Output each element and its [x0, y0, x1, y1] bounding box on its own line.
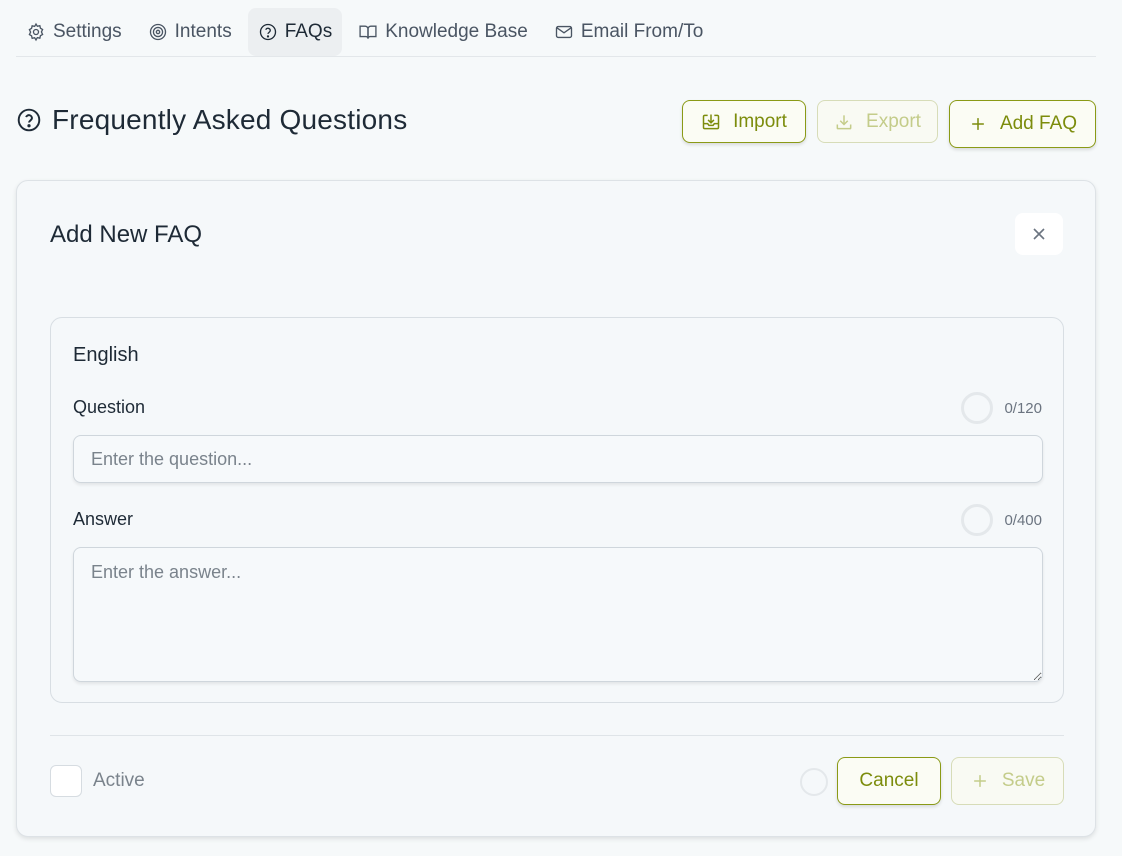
page-header: Frequently Asked Questions Import Export…	[16, 100, 1096, 148]
import-button[interactable]: Import	[682, 100, 806, 143]
export-button[interactable]: Export	[817, 100, 938, 143]
form-title: Add New FAQ	[50, 221, 203, 248]
language-label: English	[73, 344, 139, 366]
target-icon	[149, 23, 166, 41]
answer-counter-text: 0/400	[1004, 511, 1042, 529]
active-checkbox[interactable]	[50, 765, 82, 797]
tab-email-from-to[interactable]: Email From/To	[544, 8, 713, 56]
question-circle-icon	[259, 23, 276, 41]
answer-textarea[interactable]	[73, 547, 1043, 682]
close-button[interactable]	[1015, 213, 1063, 255]
question-input[interactable]	[73, 435, 1043, 483]
answer-counter: 0/400	[961, 504, 1042, 536]
tab-knowledge-base-label: Knowledge Base	[385, 21, 528, 42]
question-counter-text: 0/120	[1004, 399, 1042, 417]
mail-icon	[555, 25, 572, 39]
plus-icon	[974, 775, 986, 787]
footer-divider	[50, 735, 1064, 736]
import-icon	[702, 114, 720, 129]
answer-label: Answer	[73, 509, 134, 529]
add-faq-button[interactable]: Add FAQ	[949, 100, 1096, 148]
page-title-text: Frequently Asked Questions	[52, 104, 408, 135]
add-faq-label: Add FAQ	[999, 113, 1078, 134]
download-icon	[836, 114, 852, 129]
save-button[interactable]: Save	[951, 757, 1064, 805]
tab-intents-label: Intents	[174, 21, 232, 42]
active-label: Active	[93, 770, 145, 791]
progress-ring-icon	[961, 392, 994, 424]
book-icon	[359, 25, 377, 39]
cancel-button[interactable]: Cancel	[837, 757, 941, 805]
import-label: Import	[733, 110, 787, 132]
tab-intents[interactable]: Intents	[138, 8, 242, 56]
tab-email-from-to-label: Email From/To	[580, 21, 704, 42]
plus-icon	[972, 118, 984, 130]
progress-ring-icon	[961, 504, 994, 536]
tab-bar: Settings Intents FAQs Knowledge Base Ema…	[16, 8, 1096, 57]
cancel-label: Cancel	[859, 770, 919, 791]
page-title: Frequently Asked Questions	[16, 104, 407, 136]
active-toggle[interactable]: Active	[50, 765, 145, 797]
gear-icon	[28, 22, 44, 42]
close-icon	[1033, 228, 1045, 240]
tab-settings[interactable]: Settings	[16, 8, 132, 56]
tab-faqs-label: FAQs	[284, 21, 333, 42]
question-circle-icon	[17, 108, 41, 132]
save-label: Save	[1001, 770, 1046, 791]
tab-faqs[interactable]: FAQs	[247, 8, 343, 56]
question-counter: 0/120	[961, 392, 1042, 424]
loading-ring-icon	[800, 768, 828, 796]
question-label: Question	[73, 397, 146, 417]
language-section: English Question 0/120 Answer 0/400	[50, 317, 1064, 703]
tab-knowledge-base[interactable]: Knowledge Base	[348, 8, 538, 56]
export-label: Export	[866, 110, 921, 132]
add-faq-card: Add New FAQ English Question 0/120 Answe…	[16, 180, 1096, 837]
tab-settings-label: Settings	[53, 21, 122, 42]
